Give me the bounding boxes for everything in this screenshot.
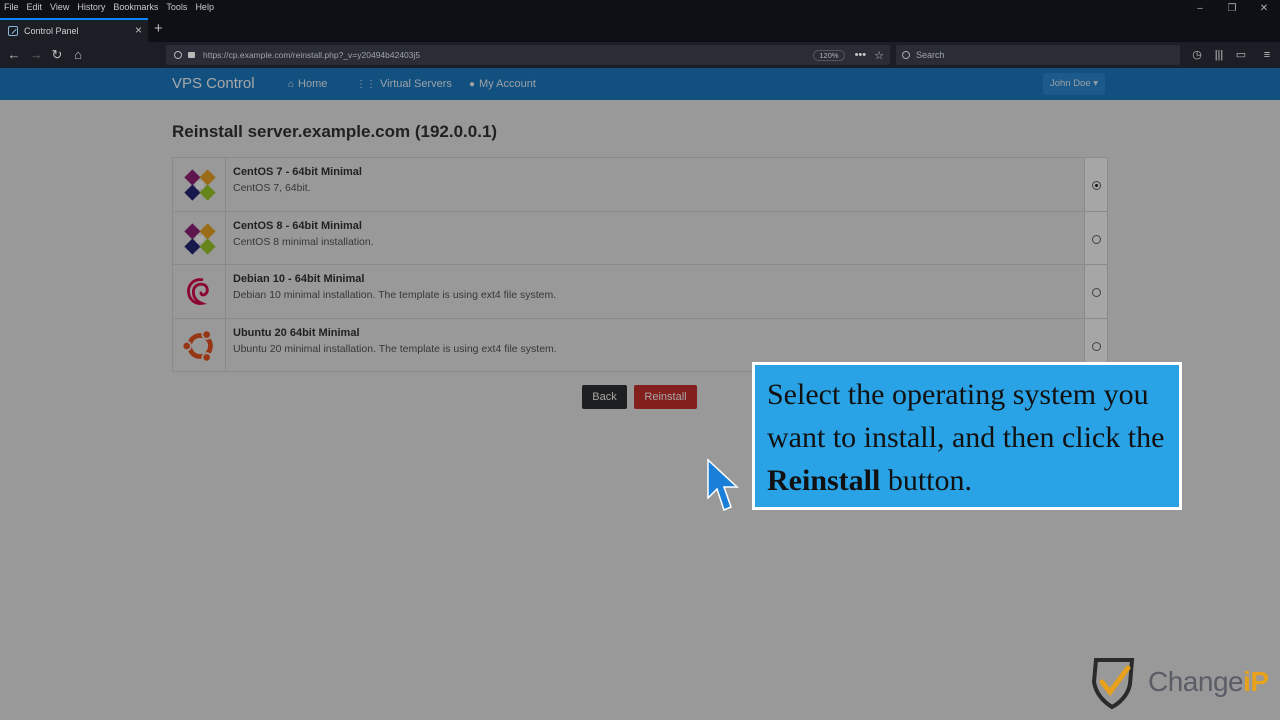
menu-history[interactable]: History (77, 2, 105, 12)
search-placeholder: Search (916, 50, 945, 60)
forward-arrow-icon[interactable]: → (26, 46, 46, 64)
search-icon (902, 51, 910, 59)
padlock-icon (188, 52, 195, 58)
browser-navbar: ← → ↻ ⌂ https://cp.example.com/reinstall… (0, 42, 1280, 68)
url-bar[interactable]: https://cp.example.com/reinstall.php?_v=… (166, 45, 890, 65)
mouse-cursor-icon (707, 458, 739, 512)
watermark-text: Change (1148, 666, 1244, 697)
menu-bookmarks[interactable]: Bookmarks (113, 2, 158, 12)
bookmark-star-icon[interactable]: ☆ (874, 49, 884, 62)
tab-title: Control Panel (24, 26, 79, 36)
reload-icon[interactable]: ↻ (47, 46, 67, 64)
callout-text-before: Select the operating system you want to … (767, 378, 1165, 454)
watermark-suffix: iP (1243, 666, 1269, 697)
changeip-watermark: ChangeiP (1088, 654, 1269, 710)
tab-strip: Control Panel × + (0, 14, 1280, 42)
page-actions-icon[interactable]: ••• (855, 49, 867, 61)
tab-favicon-icon (8, 26, 18, 36)
search-bar[interactable]: Search (896, 45, 1180, 65)
menu-file[interactable]: File (4, 2, 19, 12)
callout-text-after: button. (880, 464, 973, 497)
browser-menubar: File Edit View History Bookmarks Tools H… (0, 0, 1280, 14)
callout-bold: Reinstall (767, 464, 881, 497)
menu-help[interactable]: Help (195, 2, 214, 12)
close-tab-icon[interactable]: × (135, 23, 142, 37)
tutorial-callout: Select the operating system you want to … (752, 362, 1182, 510)
site-info-icon[interactable] (174, 51, 182, 59)
menu-tools[interactable]: Tools (166, 2, 187, 12)
history-icon[interactable]: ◷ (1188, 46, 1206, 64)
new-tab-icon[interactable]: + (154, 20, 163, 37)
hamburger-menu-icon[interactable]: ≡ (1258, 46, 1276, 64)
shield-logo-icon (1091, 658, 1135, 710)
menu-edit[interactable]: Edit (27, 2, 43, 12)
home-icon[interactable]: ⌂ (68, 46, 88, 64)
url-text[interactable]: https://cp.example.com/reinstall.php?_v=… (203, 50, 813, 60)
zoom-level[interactable]: 120% (813, 49, 845, 61)
back-arrow-icon[interactable]: ← (4, 46, 24, 64)
sidebar-icon[interactable]: ▭ (1232, 46, 1250, 64)
library-icon[interactable]: ||| (1210, 46, 1228, 64)
menu-view[interactable]: View (50, 2, 69, 12)
tab-control-panel[interactable]: Control Panel × (0, 18, 148, 42)
